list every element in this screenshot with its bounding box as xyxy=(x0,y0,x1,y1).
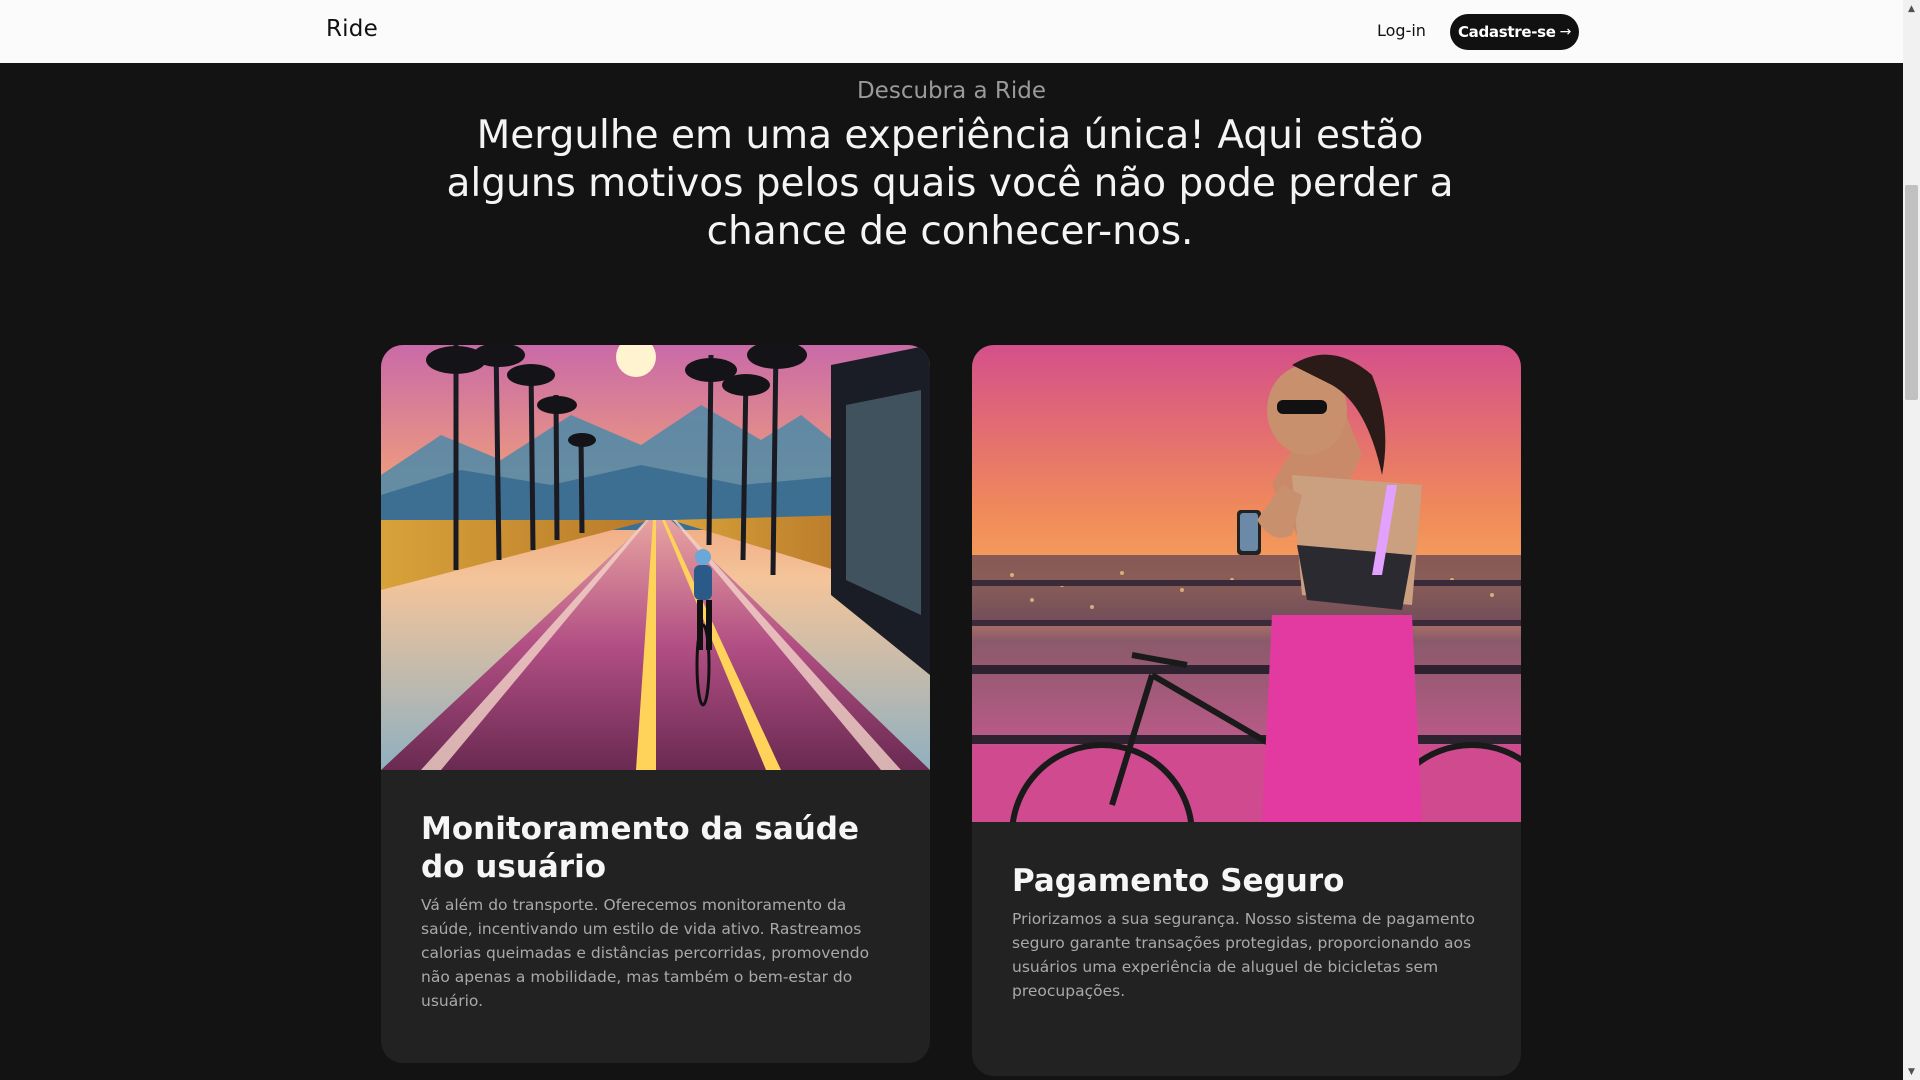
vertical-scrollbar[interactable]: ▲ ▼ xyxy=(1903,0,1920,1080)
cyclist-on-road-image xyxy=(381,345,930,770)
navbar: Ride Log-in Cadastre-se → xyxy=(0,0,1903,63)
feature-card-health: Monitoramento da saúde do usuário Vá alé… xyxy=(381,345,930,1063)
scroll-up-arrow-icon[interactable]: ▲ xyxy=(1903,0,1920,17)
login-link[interactable]: Log-in xyxy=(1377,21,1426,40)
arrow-right-icon: → xyxy=(1559,24,1572,40)
scrollbar-thumb[interactable] xyxy=(1905,185,1918,400)
feature-card-payment: Pagamento Seguro Priorizamos a sua segur… xyxy=(972,345,1521,1076)
card-description: Vá além do transporte. Oferecemos monito… xyxy=(421,896,870,1010)
section-eyebrow: Descubra a Ride xyxy=(856,78,1047,104)
card-title: Monitoramento da saúde do usuário xyxy=(421,811,860,885)
card-description: Priorizamos a sua segurança. Nosso siste… xyxy=(1012,910,1475,1000)
page: Ride Log-in Cadastre-se → Descubra a Rid… xyxy=(0,0,1903,1080)
signup-button[interactable]: Cadastre-se → xyxy=(1450,14,1579,50)
signup-button-label: Cadastre-se xyxy=(1457,23,1556,41)
section-headline: Mergulhe em uma experiência única! Aqui … xyxy=(446,113,1454,254)
woman-with-bicycle-image xyxy=(972,345,1521,822)
scroll-down-arrow-icon[interactable]: ▼ xyxy=(1903,1063,1920,1080)
card-title: Pagamento Seguro xyxy=(1012,863,1345,899)
brand-logo[interactable]: Ride xyxy=(326,16,378,42)
